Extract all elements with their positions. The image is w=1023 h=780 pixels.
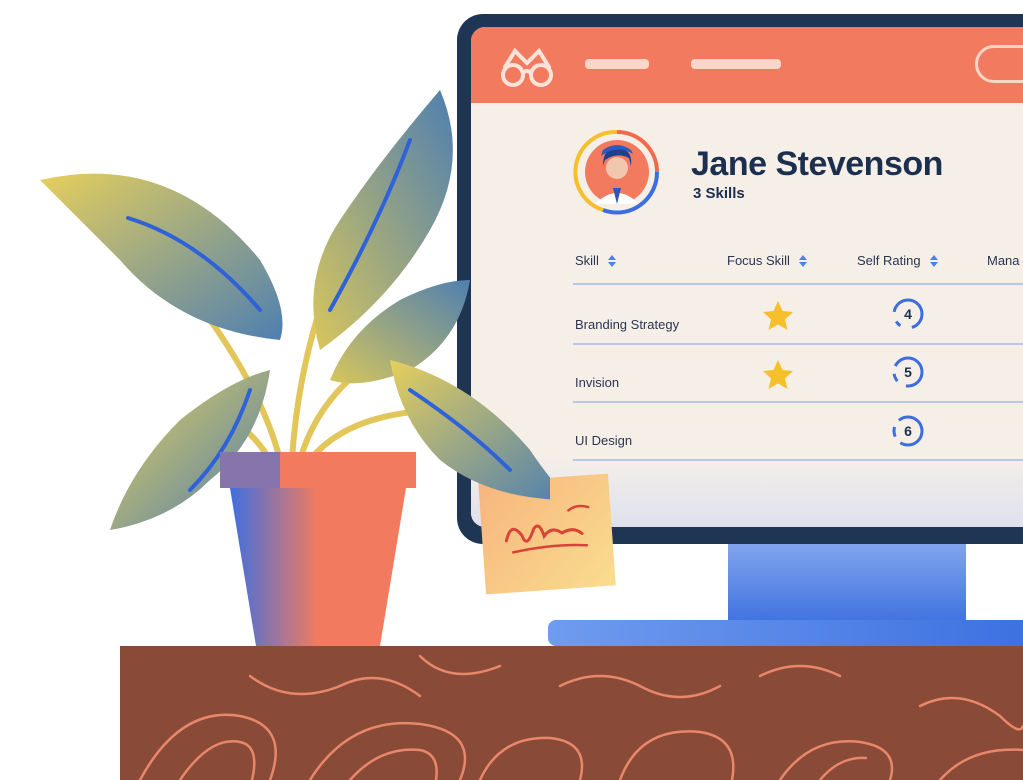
table-row-skill[interactable]: Invision [575,375,619,390]
star-icon[interactable] [761,299,795,333]
column-header-self-rating[interactable]: Self Rating [857,253,939,268]
column-header-manager[interactable]: Mana [987,253,1020,268]
potted-plant [40,90,550,646]
table-divider [573,401,1023,403]
nav-item-1[interactable] [585,59,649,69]
self-rating-value: 4 [904,306,912,322]
sort-arrows-icon[interactable] [798,254,808,268]
table-divider [573,283,1023,285]
user-avatar-icon [573,129,660,215]
column-label-manager: Mana [987,253,1020,268]
nav-item-2[interactable] [691,59,781,69]
column-label-self-rating: Self Rating [857,253,921,268]
sort-arrows-icon[interactable] [607,254,617,268]
search-input[interactable] [975,45,1023,83]
app-header [471,27,1023,103]
wood-grain [138,654,1023,780]
column-header-skill[interactable]: Skill [575,253,617,268]
star-icon[interactable] [761,358,795,392]
illustration-scene: Jane Stevenson 3 Skills Skill Focus Skil… [0,0,1023,780]
profile-name: Jane Stevenson [691,145,943,183]
self-rating-value: 5 [904,364,912,380]
self-rating-value: 6 [904,423,912,439]
skill-count: 3 Skills [693,185,745,202]
table-divider [573,343,1023,345]
column-label-focus-skill: Focus Skill [727,253,790,268]
column-header-focus-skill[interactable]: Focus Skill [727,253,808,268]
sort-arrows-icon[interactable] [929,254,939,268]
column-label-skill: Skill [575,253,599,268]
monitor-screen: Jane Stevenson 3 Skills Skill Focus Skil… [471,27,1023,527]
table-divider [573,459,1023,461]
table-row-skill[interactable]: UI Design [575,433,632,448]
monitor-stand-base [548,620,1023,646]
desk [120,646,1023,780]
table-row-skill[interactable]: Branding Strategy [575,317,679,332]
